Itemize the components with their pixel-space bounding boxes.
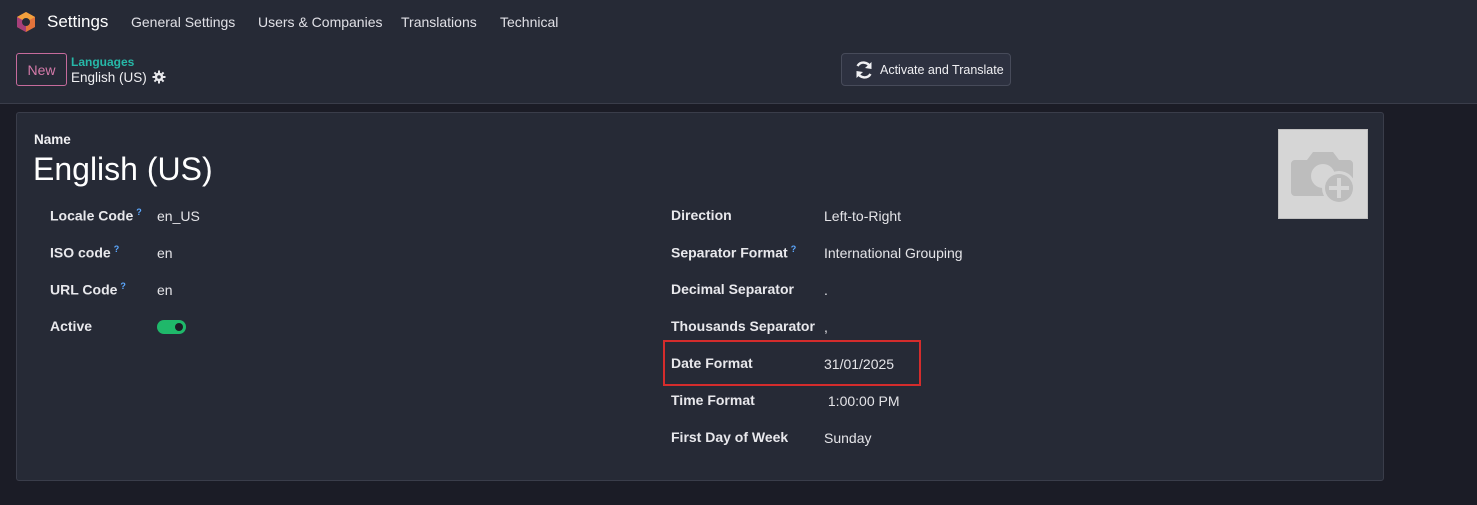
name-field[interactable]: English (US) xyxy=(33,151,213,188)
menu-technical[interactable]: Technical xyxy=(500,14,558,30)
menu-users-companies[interactable]: Users & Companies xyxy=(258,14,383,30)
time-format-label: Time Format xyxy=(671,392,755,408)
activate-and-translate-button[interactable]: Activate and Translate xyxy=(841,53,1011,86)
camera-add-icon xyxy=(1291,152,1356,205)
separator-format-label: Separator Format? xyxy=(671,244,797,261)
activate-button-label: Activate and Translate xyxy=(880,62,1004,77)
separator-format-field[interactable]: International Grouping xyxy=(824,245,963,261)
gear-icon[interactable] xyxy=(152,70,166,84)
odoo-logo-icon[interactable] xyxy=(15,11,37,33)
direction-label: Direction xyxy=(671,207,732,223)
menu-general-settings[interactable]: General Settings xyxy=(131,14,235,30)
app-title[interactable]: Settings xyxy=(47,12,108,32)
help-icon[interactable]: ? xyxy=(114,244,120,254)
menu-translations[interactable]: Translations xyxy=(401,14,477,30)
iso-code-label: ISO code? xyxy=(50,244,120,261)
form-sheet: Name English (US) Locale Code? en_US ISO… xyxy=(16,112,1384,481)
iso-code-field[interactable]: en xyxy=(157,245,173,261)
locale-code-field[interactable]: en_US xyxy=(157,208,200,224)
image-upload[interactable] xyxy=(1278,129,1368,219)
active-label: Active xyxy=(50,318,93,334)
help-icon[interactable]: ? xyxy=(791,244,797,254)
first-day-of-week-label: First Day of Week xyxy=(671,429,789,445)
breadcrumb-current: English (US) xyxy=(71,70,147,85)
active-toggle[interactable] xyxy=(157,320,186,334)
thousands-separator-field[interactable]: , xyxy=(824,319,828,335)
help-icon[interactable]: ? xyxy=(136,207,142,217)
breadcrumb-languages[interactable]: Languages xyxy=(71,55,134,69)
time-format-field[interactable]: 1:00:00 PM xyxy=(824,393,900,409)
refresh-icon xyxy=(856,60,872,79)
top-navbar: Settings General Settings Users & Compan… xyxy=(0,0,1477,44)
help-icon[interactable]: ? xyxy=(120,281,126,291)
decimal-separator-field[interactable]: . xyxy=(824,282,828,298)
decimal-separator-label: Decimal Separator xyxy=(671,281,794,297)
url-code-label: URL Code? xyxy=(50,281,126,298)
date-format-highlight-box xyxy=(663,340,921,386)
first-day-of-week-field[interactable]: Sunday xyxy=(824,430,871,446)
name-label: Name xyxy=(34,132,71,147)
control-panel: New Languages English (US) Activate and … xyxy=(0,44,1477,104)
new-button[interactable]: New xyxy=(16,53,67,86)
direction-field[interactable]: Left-to-Right xyxy=(824,208,901,224)
thousands-separator-label: Thousands Separator xyxy=(671,318,815,334)
locale-code-label: Locale Code? xyxy=(50,207,142,224)
url-code-field[interactable]: en xyxy=(157,282,173,298)
